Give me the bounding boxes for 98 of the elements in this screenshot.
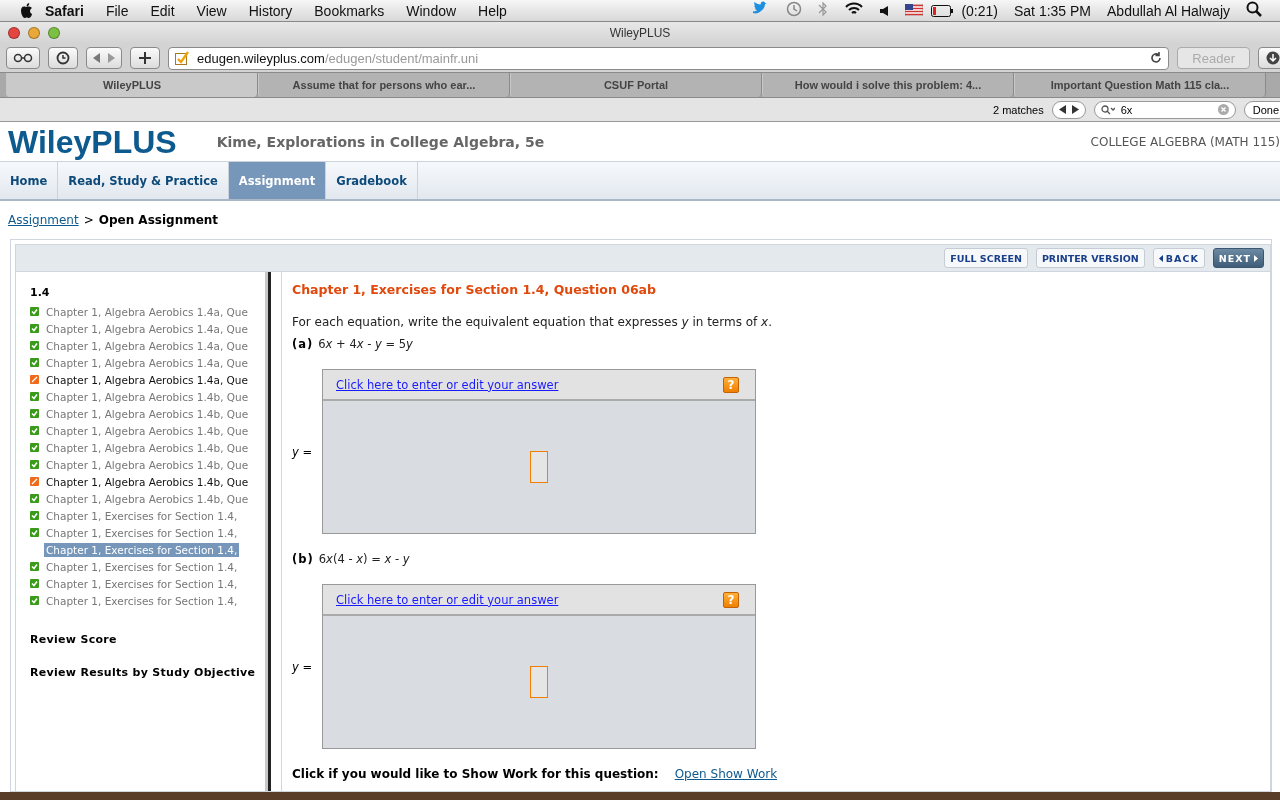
new-tab-button[interactable] [130,47,160,69]
question-link[interactable]: Chapter 1, Algebra Aerobics 1.4b, Que [44,474,251,489]
user-name[interactable]: Abdullah Al Halwajy [1099,2,1238,19]
next-icon [1071,105,1079,114]
menu-item[interactable]: Edit [139,2,186,19]
back-forward-button[interactable] [86,47,122,69]
download-icon [1266,51,1280,65]
question-link[interactable]: Chapter 1, Exercises for Section 1.4, [44,525,240,540]
question-link[interactable]: Chapter 1, Algebra Aerobics 1.4b, Que [44,457,251,472]
sidebar-link[interactable]: Review Score [30,633,268,646]
book-title: Kime, Explorations in College Algebra, 5e [216,133,545,150]
zoom-button[interactable] [48,27,60,39]
apple-icon [20,2,34,19]
menu-item[interactable]: Help [467,2,518,19]
breadcrumb-current: Open Assignment [98,213,219,227]
menu-item[interactable]: File [94,2,140,19]
action-button[interactable]: PRINTER VERSION [1035,248,1145,268]
equation: 6x + 4x - y = 5y [318,337,413,351]
menu-item[interactable]: History [237,2,304,19]
show-work-link[interactable]: Open Show Work [674,767,778,781]
question-link[interactable]: Chapter 1, Algebra Aerobics 1.4b, Que [44,491,251,506]
menu-item[interactable]: Bookmarks [303,2,396,19]
equation: 6x(4 - x) = x - y [318,552,410,566]
minimize-button[interactable] [28,27,40,39]
section-heading: 1.4 [30,286,51,299]
history-button[interactable] [48,47,78,69]
site-logo[interactable]: WileyPLUS [8,124,177,159]
show-work-prompt: Click if you would like to Show Work for this question: [292,767,659,781]
sidebar-link[interactable]: Review Results by Study Objective [30,666,268,679]
edit-answer-link[interactable]: Click here to enter or edit your answer [336,592,559,607]
menu-clock[interactable]: Sat 1:35 PM [1006,2,1100,19]
browser-tab[interactable]: How would i solve this problem: 4... [762,73,1014,97]
instruction-text: For each equation, write the equivalent equation that expresses y in terms of x. [292,315,774,329]
nav-tab[interactable]: Read, Study & Practice [58,162,229,199]
breadcrumb-separator: > [83,213,94,227]
browser-tab[interactable]: Important Question Math 115 cla... [1014,73,1266,97]
wifi-icon [844,1,865,17]
window-title: WileyPLUS [608,26,672,40]
glasses-icon [13,53,33,63]
find-field[interactable]: 6x [1093,100,1236,119]
answer-label: y = [292,444,314,459]
back-button[interactable]: BACK [1152,248,1205,268]
menu-item[interactable]: Window [395,2,468,19]
question-link[interactable]: Chapter 1, Algebra Aerobics 1.4a, Que [44,372,250,387]
app-menu[interactable]: Safari [34,2,95,19]
search-icon [1246,1,1262,17]
close-button[interactable] [8,27,20,39]
question-link[interactable]: Chapter 1, Exercises for Section 1.4, [44,593,240,608]
answer-label: y = [292,659,314,674]
match-count: 2 matches [992,103,1044,116]
question-link[interactable]: Chapter 1, Algebra Aerobics 1.4a, Que [44,338,250,353]
downloads-button[interactable] [1258,47,1280,69]
browser-tab[interactable]: CSUF Portal [510,73,762,97]
forward-arrow-icon [107,53,115,63]
battery-icon [931,4,954,17]
breadcrumb-link[interactable]: Assignment [8,213,79,227]
nav-tab[interactable]: Gradebook [326,162,418,199]
plus-icon [139,52,151,64]
back-arrow-icon [93,53,101,63]
previous-icon [1058,105,1066,114]
question-link[interactable]: Chapter 1, Exercises for Section 1.4, [44,508,240,523]
caret-icon [1254,254,1258,262]
part-label: (b) [292,552,314,566]
reload-icon [1150,52,1163,64]
address-field[interactable]: edugen.wileyplus.com/edugen/student/mainfr.uni [168,46,1170,70]
next-button[interactable]: NEXT [1212,248,1264,268]
course-name: COLLEGE ALGEBRA (MATH 115) [1090,134,1280,149]
question-link[interactable]: Chapter 1, Algebra Aerobics 1.4a, Que [44,355,250,370]
reading-list-button[interactable] [6,47,40,69]
part-label: (a) [292,337,314,351]
match-nav-control[interactable] [1051,100,1086,119]
browser-tab[interactable]: WileyPLUS [6,73,258,97]
question-link[interactable]: Chapter 1, Exercises for Section 1.4, [44,559,240,574]
checkbox-icon [175,51,189,65]
answer-field[interactable] [530,451,548,483]
caret-icon [1158,254,1163,262]
volume-icon [880,5,890,16]
question-link[interactable]: Chapter 1, Algebra Aerobics 1.4b, Que [44,389,251,404]
question-link[interactable]: Chapter 1, Algebra Aerobics 1.4a, Que [44,304,250,319]
clear-icon [1217,104,1229,115]
flag-icon [905,3,924,16]
browser-tab[interactable]: Assume that for persons who ear... [258,73,510,97]
clock-icon [56,51,70,65]
answer-field[interactable] [530,666,548,698]
menu-item[interactable]: View [185,2,238,19]
question-link[interactable]: Chapter 1, Algebra Aerobics 1.4b, Que [44,423,251,438]
bluetooth-icon [818,1,829,17]
question-link[interactable]: Chapter 1, Algebra Aerobics 1.4a, Que [44,321,250,336]
question-link[interactable]: Chapter 1, Exercises for Section 1.4, [44,576,240,591]
edit-answer-link[interactable]: Click here to enter or edit your answer [336,377,559,392]
search-icon [1100,104,1115,115]
nav-tab[interactable]: Home [0,162,59,199]
battery-time: (0:21) [960,2,999,19]
done-button[interactable]: Done [1243,100,1280,119]
question-link[interactable]: Chapter 1, Algebra Aerobics 1.4b, Que [44,406,251,421]
question-link[interactable]: Chapter 1, Algebra Aerobics 1.4b, Que [44,440,251,455]
question-title: Chapter 1, Exercises for Section 1.4, Question 06ab [292,282,657,297]
action-button[interactable]: FULL SCREEN [944,248,1028,268]
